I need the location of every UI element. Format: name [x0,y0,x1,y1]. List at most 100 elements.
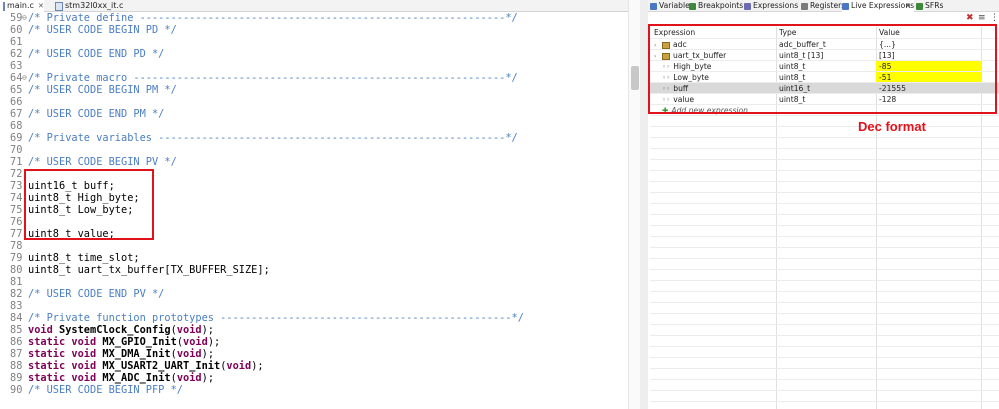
code-text: /* USER CODE END PM */ [28,108,164,120]
code-token: MX_DMA_Init [102,348,171,360]
code-text: /* USER CODE END PD */ [28,48,164,60]
line-number: 82 [10,288,23,300]
grid-line [650,280,999,281]
code-line[interactable]: 80 uint8_t uart_tx_buffer[TX_BUFFER_SIZE]… [0,264,628,276]
grid-line [650,181,999,182]
tab-label: SFRs [925,1,944,10]
code-keyword: void [226,360,252,372]
registers-icon [801,2,808,10]
code-line[interactable]: 68 [0,120,628,132]
code-comment: /* USER CODE END PD */ [28,48,165,60]
code-line[interactable]: 90 /* USER CODE BEGIN PFP */ [0,384,628,396]
code-keyword: static void [28,372,103,384]
view-menu-icon[interactable]: ⋮ [990,13,999,23]
grid-line [650,192,999,193]
code-keyword: void [176,372,202,384]
code-text: /* USER CODE BEGIN PM */ [28,84,177,96]
line-number: 77 [10,228,23,240]
code-text: void SystemClock_Config(void); [28,324,214,336]
code-line[interactable]: 79 uint8_t time_slot; [0,252,628,264]
annotation-label: Dec format [858,119,926,134]
tab-stm32l0xx-it-c[interactable]: stm32l0xx_it.c [52,0,142,12]
code-text: uint8_t uart_tx_buffer[TX_BUFFER_SIZE]; [28,264,270,276]
tab-main-c[interactable]: main.c ✕ [0,0,44,12]
editor-scrollbar[interactable] [628,0,640,409]
line-number: 63 [10,60,23,72]
close-icon[interactable]: ✕ [38,0,44,12]
code-line[interactable]: 60 /* USER CODE BEGIN PD */ [0,24,628,36]
fold-toggle-icon[interactable]: ⊖ [22,12,27,24]
code-line[interactable]: 88 static void MX_USART2_UART_Init(void); [0,360,628,372]
code-line[interactable]: 62 /* USER CODE END PD */ [0,48,628,60]
tab-breakpoints[interactable]: Breakpoints [689,0,743,12]
code-line[interactable]: 66 [0,96,628,108]
code-comment: /* Private define ----------------------… [28,12,518,24]
c-file-icon [3,1,5,11]
code-keyword: static void [28,336,103,348]
tab-expressions[interactable]: Expressions [744,0,798,12]
line-number: 87 [10,348,23,360]
code-text: static void MX_GPIO_Init(void); [28,336,220,348]
code-keyword: void [28,324,59,336]
tab-live-expressions[interactable]: Live Expressions [842,0,915,12]
grid-line [650,357,999,358]
code-line[interactable]: 84 /* Private function prototypes -------… [0,312,628,324]
code-line[interactable]: 70 [0,144,628,156]
code-comment: /* USER CODE BEGIN PV */ [28,156,177,168]
code-line[interactable]: 67 /* USER CODE END PM */ [0,108,628,120]
grid-line [650,291,999,292]
line-number: 62 [10,48,23,60]
grid-line [650,269,999,270]
code-keyword: void [176,324,202,336]
code-text: /* Private function prototypes ---------… [28,312,524,324]
code-line[interactable]: 82 /* USER CODE END PV */ [0,288,628,300]
line-number: 90 [10,384,23,396]
code-line[interactable]: 81 [0,276,628,288]
grid-line [650,335,999,336]
line-number: 79 [10,252,23,264]
grid-line [650,390,999,391]
line-number: 88 [10,360,23,372]
code-comment: /* USER CODE BEGIN PM */ [28,84,177,96]
annotation-box-expressions [648,24,997,114]
code-line[interactable]: 65 /* USER CODE BEGIN PM */ [0,84,628,96]
pane-divider[interactable] [640,0,648,409]
code-line[interactable]: 86 static void MX_GPIO_Init(void); [0,336,628,348]
code-text: /* Private macro -----------------------… [28,72,518,84]
code-line[interactable]: 87 static void MX_DMA_Init(void); [0,348,628,360]
code-line[interactable]: 64 ⊖/* Private macro --------------------… [0,72,628,84]
code-line[interactable]: 59 ⊖/* Private define -------------------… [0,12,628,24]
grid-line [650,159,999,160]
tab-registers[interactable]: Registers [801,0,845,12]
code-keyword: void [176,348,202,360]
line-number: 66 [10,96,23,108]
code-line[interactable]: 89 static void MX_ADC_Init(void); [0,372,628,384]
code-line[interactable]: 61 [0,36,628,48]
line-number: 74 [10,192,23,204]
fold-toggle-icon[interactable]: ⊖ [22,72,27,84]
code-token: ); [201,372,215,384]
code-comment: /* USER CODE END PM */ [28,108,165,120]
code-line[interactable]: 85 void SystemClock_Config(void); [0,324,628,336]
code-token: ); [251,360,264,372]
line-number: 84 [10,312,23,324]
code-keyword: static void [28,348,103,360]
grid-line [650,137,999,138]
code-line[interactable]: 71 /* USER CODE BEGIN PV */ [0,156,628,168]
remove-all-icon[interactable]: ✖ [966,13,974,23]
tab-label: Expressions [753,1,799,10]
expressions-icon [744,2,751,10]
line-number: 65 [10,84,23,96]
grid-line [650,225,999,226]
grid-line [650,115,999,116]
code-line[interactable]: 83 [0,300,628,312]
tab-variables[interactable]: Variables [650,0,694,12]
code-line[interactable]: 63 [0,60,628,72]
code-line[interactable]: 69 /* Private variables -----------------… [0,132,628,144]
grid-line [650,368,999,369]
close-icon[interactable]: ✕ [905,0,911,12]
collapse-all-icon[interactable]: ≡ [978,13,986,23]
scrollbar-thumb[interactable] [631,66,639,90]
tab-sfrs[interactable]: SFRs [916,0,943,12]
code-line[interactable]: 78 [0,240,628,252]
